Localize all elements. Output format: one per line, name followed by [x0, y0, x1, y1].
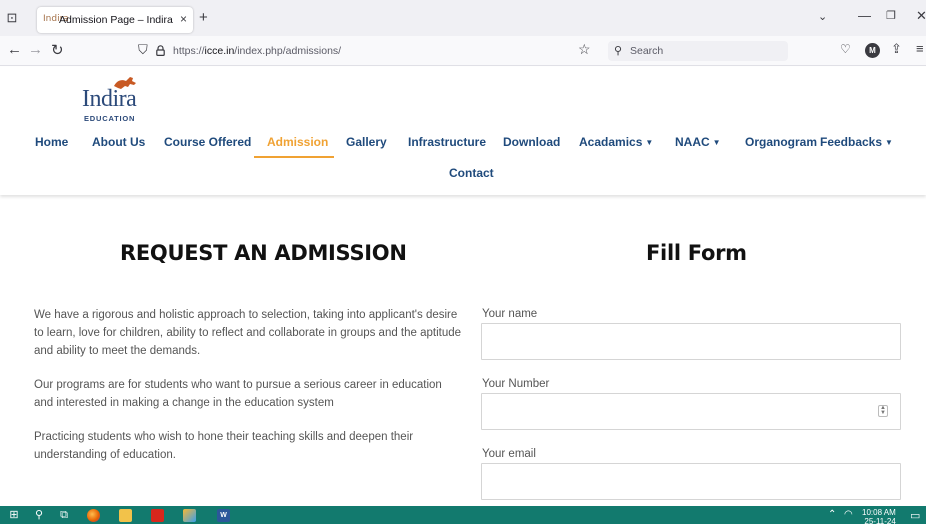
- taskbar-search-icon[interactable]: ⚲: [32, 508, 46, 522]
- url-text[interactable]: https://icce.in/index.php/admissions/: [173, 45, 341, 57]
- number-input[interactable]: ▲ ▼: [481, 393, 901, 430]
- active-nav-underline: [254, 156, 334, 158]
- window-close-icon[interactable]: ✕: [916, 8, 926, 24]
- nav-home[interactable]: Home: [35, 135, 68, 149]
- nav-infrastructure[interactable]: Infrastructure: [408, 135, 486, 149]
- caret-down-icon: ▼: [645, 138, 654, 147]
- number-label: Your Number: [482, 378, 550, 390]
- nav-about-us[interactable]: About Us: [92, 135, 145, 149]
- extensions-icon[interactable]: ⇪: [891, 41, 902, 57]
- nav-contact[interactable]: Contact: [449, 166, 494, 180]
- tab-overflow-chevron-down-icon[interactable]: ⌄: [818, 10, 827, 23]
- hamburger-menu-icon[interactable]: ≡: [916, 41, 924, 56]
- search-icon: ⚲: [614, 45, 623, 57]
- caret-down-icon: ▼: [712, 138, 721, 147]
- taskbar-clock[interactable]: 10:08 AM 25-11-24: [862, 508, 896, 524]
- request-admission-heading: REQUEST AN ADMISSION: [120, 241, 407, 265]
- tracking-shield-icon[interactable]: ⛉: [138, 42, 148, 58]
- nav-download[interactable]: Download: [503, 135, 560, 149]
- name-input[interactable]: [481, 323, 901, 360]
- nav-admission[interactable]: Admission: [267, 135, 328, 149]
- nav-feedbacks-label: Feedbacks: [820, 135, 883, 149]
- caret-down-icon: ▼: [885, 138, 893, 147]
- nav-academics-label: Acadamics: [579, 135, 643, 149]
- intro-paragraph-1: We have a rigorous and holistic approach…: [34, 309, 462, 357]
- tab-title: Admission Page – Indira Educat: [59, 14, 175, 26]
- nav-course-offered[interactable]: Course Offered: [164, 135, 251, 149]
- indira-logo[interactable]: Indira EDUCATION: [82, 74, 152, 124]
- browser-search-box[interactable]: ⚲ Search: [608, 41, 788, 61]
- site-header: Indira EDUCATION Home About Us Course Of…: [0, 67, 926, 195]
- window-restore-icon[interactable]: ❐: [886, 9, 896, 22]
- word-taskbar-icon[interactable]: W: [217, 509, 230, 522]
- search-placeholder: Search: [630, 45, 664, 57]
- name-label: Your name: [482, 308, 538, 320]
- nav-academics-dropdown[interactable]: Acadamics ▼: [579, 135, 653, 149]
- browser-tab-bar: ⊡ Indira Admission Page – Indira Educat …: [0, 0, 926, 36]
- logo-subtitle: EDUCATION: [84, 114, 136, 123]
- logo-name: Indira: [82, 86, 137, 112]
- new-tab-button[interactable]: +: [199, 9, 208, 26]
- task-view-icon[interactable]: ⧉: [56, 508, 72, 522]
- forward-arrow-icon[interactable]: →: [28, 41, 43, 58]
- wifi-icon[interactable]: ◠: [844, 509, 853, 520]
- intro-paragraph-3: Practicing students who wish to hone the…: [34, 431, 414, 461]
- file-explorer-taskbar-icon[interactable]: [119, 509, 132, 522]
- nav-naac-label: NAAC: [675, 135, 710, 149]
- fill-form-heading: Fill Form: [646, 241, 747, 265]
- clock-date: 25-11-24: [864, 517, 896, 524]
- window-minimize-icon[interactable]: —: [858, 8, 871, 23]
- tab-close-icon[interactable]: ×: [180, 12, 187, 26]
- notification-center-icon[interactable]: ▭: [910, 509, 920, 522]
- number-stepper-icon[interactable]: ▲ ▼: [878, 405, 888, 417]
- email-input[interactable]: [481, 463, 901, 500]
- show-hidden-icons-chevron-up-icon[interactable]: ⌃: [828, 509, 836, 520]
- nav-organogram[interactable]: Organogram: [745, 135, 817, 149]
- email-label: Your email: [482, 448, 536, 460]
- browser-tab-active[interactable]: Indira Admission Page – Indira Educat ×: [37, 7, 193, 33]
- windows-start-icon[interactable]: ⊞: [7, 508, 21, 522]
- url-domain: icce.in: [204, 45, 235, 57]
- photos-taskbar-icon[interactable]: [183, 509, 196, 522]
- lock-icon[interactable]: [156, 45, 165, 56]
- reload-icon[interactable]: ↻: [51, 41, 64, 59]
- nav-naac-dropdown[interactable]: NAAC ▼: [675, 135, 721, 149]
- list-all-tabs-icon[interactable]: ⊡: [4, 10, 20, 26]
- acrobat-taskbar-icon[interactable]: [151, 509, 164, 522]
- nav-gallery[interactable]: Gallery: [346, 135, 387, 149]
- windows-taskbar: ⊞ ⚲ ⧉ W ⌃ ◠ 10:08 AM 25-11-24 ▭: [0, 506, 926, 524]
- url-prefix: https://: [173, 45, 205, 57]
- url-path: /index.php/admissions/: [234, 45, 342, 57]
- firefox-taskbar-icon[interactable]: [87, 509, 100, 522]
- intro-paragraph-2: Our programs are for students who want t…: [34, 379, 442, 409]
- url-bar[interactable]: ⛉ https://icce.in/index.php/admissions/ …: [130, 40, 600, 62]
- bookmark-star-icon[interactable]: ☆: [578, 41, 591, 58]
- clock-time: 10:08 AM: [862, 508, 896, 517]
- pocket-icon[interactable]: ♡: [840, 42, 851, 56]
- browser-nav-bar: ← → ↻ ⛉ https://icce.in/index.php/admiss…: [0, 36, 926, 66]
- account-avatar[interactable]: M: [865, 43, 880, 58]
- back-arrow-icon[interactable]: ←: [7, 41, 22, 58]
- nav-feedbacks-dropdown[interactable]: Feedbacks ▼: [820, 135, 893, 149]
